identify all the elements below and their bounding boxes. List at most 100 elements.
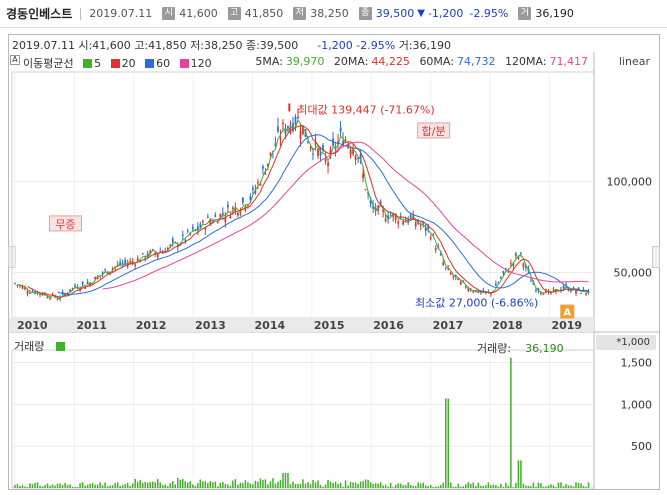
volume-bar [217, 486, 219, 488]
volume-bar [71, 486, 74, 488]
candle-body [184, 239, 187, 241]
candle-body [242, 197, 244, 203]
volume-bar [282, 472, 284, 488]
volume-bar [510, 357, 512, 488]
volume-bar [495, 485, 497, 488]
volume-bar [172, 481, 174, 488]
volume-bar [272, 478, 274, 488]
volume-bar [399, 483, 402, 488]
volume-bar [567, 485, 570, 488]
candle-body [201, 220, 204, 223]
candle-body [14, 283, 16, 285]
volume-bar [547, 485, 550, 488]
candle-body [279, 137, 282, 140]
event-label-capital-increase: 무증 [55, 218, 75, 231]
candle-body [324, 158, 327, 162]
volume-bar [227, 484, 229, 488]
volume-bar [314, 482, 317, 488]
year-tick-label: 2010 [17, 319, 48, 332]
candle-body [364, 189, 367, 191]
volume-bar [207, 483, 209, 488]
volume-bar [480, 485, 482, 488]
volume-bar [139, 479, 141, 488]
volume-bar [96, 484, 99, 488]
volume-bar [124, 484, 126, 488]
volume-bar [502, 486, 505, 488]
volume-bar [447, 398, 450, 488]
volume-bar [259, 478, 262, 488]
candle-body [354, 155, 357, 161]
candle-body [580, 293, 582, 295]
volume-bar [277, 481, 279, 488]
volume-bar [249, 483, 252, 488]
volume-bar [69, 484, 71, 488]
volume-bar [299, 483, 302, 488]
candle-body [434, 248, 437, 250]
volume-bar [106, 486, 109, 488]
volume-bar [587, 482, 590, 488]
candle-body [287, 126, 289, 129]
volume-bar [56, 483, 59, 488]
volume-bar [309, 484, 312, 488]
volume-bar [422, 482, 424, 488]
candle-body [277, 126, 279, 132]
volume-bar [369, 482, 372, 488]
volume-bar [24, 486, 26, 488]
volume-bar [91, 483, 94, 488]
volume-bar [467, 482, 470, 488]
candle-body [231, 207, 234, 210]
volume-bar [194, 485, 197, 488]
candle-body [86, 281, 89, 284]
volume-bar [212, 482, 214, 488]
volume-bar [134, 478, 136, 488]
volume-bar [404, 485, 407, 488]
volume-bar [279, 480, 282, 488]
volume-bar [244, 480, 247, 488]
volume-bar [424, 485, 427, 488]
candle-body [74, 285, 76, 288]
volume-bar [34, 482, 36, 488]
volume-bar [94, 484, 96, 488]
volume-bar [327, 479, 329, 488]
volume-bar [362, 480, 364, 488]
volume-bar [26, 487, 29, 488]
volume-bar [352, 482, 354, 488]
volume-bar [565, 483, 567, 488]
candle-body [449, 273, 452, 275]
volume-bar [334, 481, 337, 488]
candle-body [515, 253, 517, 256]
volume-bar [577, 483, 580, 488]
volume-bar [347, 485, 349, 488]
volume-bar [161, 485, 164, 488]
volume-bar [572, 486, 575, 488]
price-tick-label: 100,000 [607, 175, 653, 188]
candle-body [81, 281, 84, 284]
volume-bar [292, 481, 294, 488]
volume-bar [505, 482, 507, 488]
volume-bar [324, 484, 327, 488]
candle-body [297, 116, 299, 119]
volume-bar [465, 484, 467, 488]
candle-body [171, 238, 174, 243]
max-value-label: 최대값 139,447 (-71.67%) [297, 103, 434, 116]
volume-bar [44, 485, 46, 488]
volume-bar [460, 486, 462, 488]
candle-body [39, 294, 41, 296]
volume-bar [179, 479, 182, 488]
candle-body [459, 281, 462, 285]
volume-bar [337, 484, 339, 488]
volume-tick-label: 500 [631, 440, 652, 453]
year-tick-label: 2018 [492, 319, 523, 332]
volume-bar [392, 487, 394, 488]
volume-bar [427, 486, 429, 488]
volume-bar [344, 480, 347, 488]
volume-readout: 거래량: 36,190 [477, 340, 564, 356]
volume-bar [204, 481, 207, 488]
candle-body [575, 291, 577, 294]
volume-bar [81, 482, 84, 488]
volume-bar [177, 477, 179, 488]
volume-bar [214, 481, 217, 488]
volume-bar [242, 483, 244, 488]
candle-body [262, 166, 264, 169]
volume-bar [149, 482, 151, 488]
